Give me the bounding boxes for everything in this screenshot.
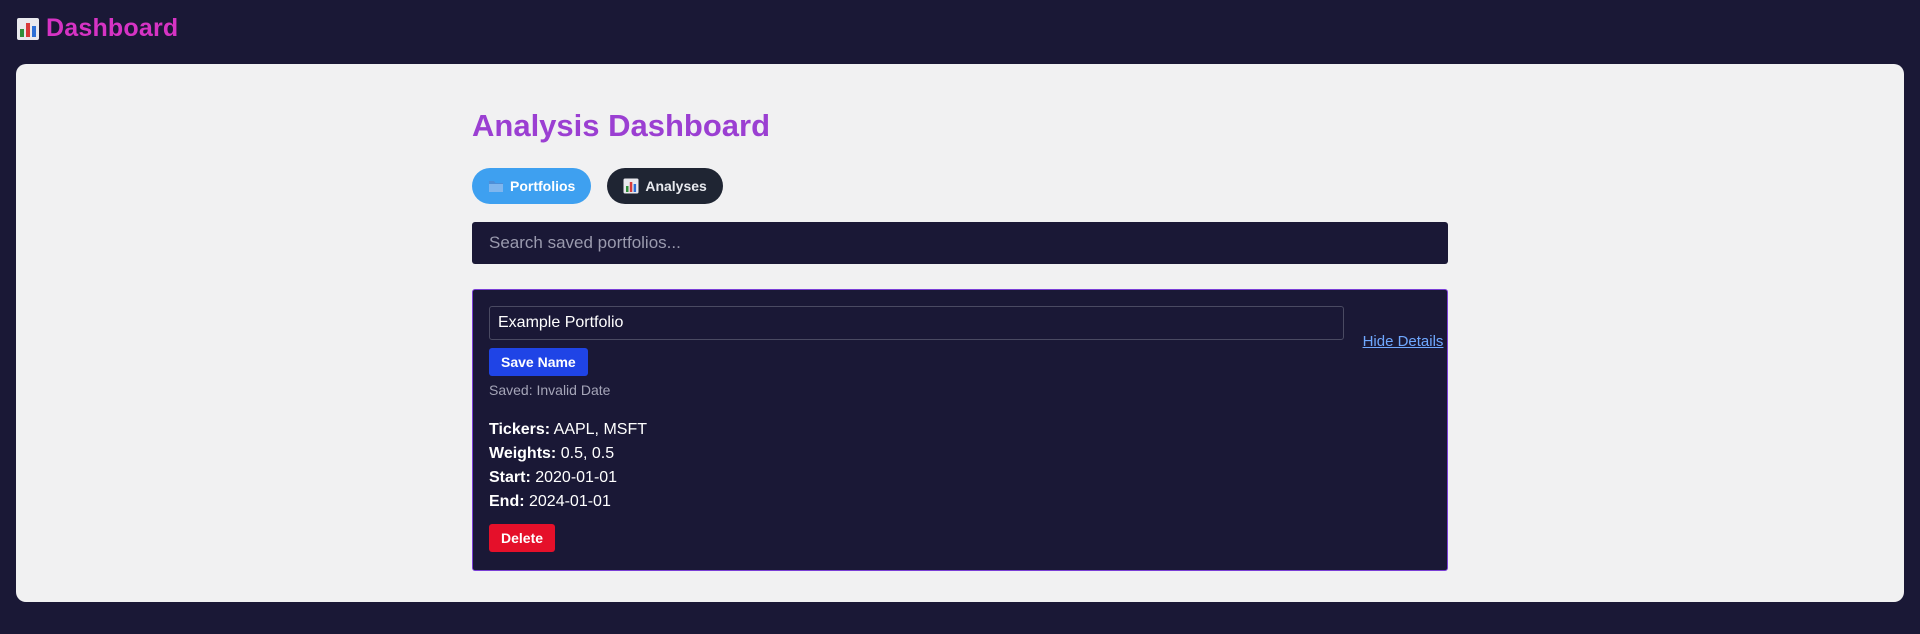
folder-icon [489, 181, 503, 192]
hide-details-link[interactable]: Hide Details [1361, 332, 1445, 352]
tab-analyses[interactable]: Analyses [607, 168, 723, 204]
detail-key: Weights: [489, 445, 557, 462]
portfolio-name-input[interactable] [489, 306, 1344, 340]
detail-key: End: [489, 493, 525, 510]
detail-key: Tickers: [489, 421, 551, 438]
page-title: Analysis Dashboard [472, 108, 771, 143]
delete-button[interactable]: Delete [489, 524, 556, 552]
detail-start: Start: 2020-01-01 [489, 466, 647, 490]
tab-label: Analyses [645, 178, 707, 194]
bar-chart-icon [17, 17, 39, 40]
detail-tickers: Tickers: AAPL, MSFT [489, 418, 647, 442]
saved-timestamp: Saved: Invalid Date [489, 382, 611, 398]
portfolio-card: Save Name Saved: Invalid Date Hide Detai… [472, 289, 1448, 571]
detail-weights: Weights: 0.5, 0.5 [489, 442, 647, 466]
detail-key: Start: [489, 469, 531, 486]
main-panel: Analysis Dashboard Portfolios Analyses S… [16, 64, 1904, 602]
tab-label: Portfolios [510, 178, 576, 194]
detail-value: AAPL, MSFT [553, 421, 647, 438]
detail-end: End: 2024-01-01 [489, 490, 647, 514]
detail-value: 2020-01-01 [535, 469, 618, 486]
bar-chart-icon [623, 178, 639, 194]
detail-value: 0.5, 0.5 [560, 445, 615, 462]
portfolio-details: Tickers: AAPL, MSFT Weights: 0.5, 0.5 St… [489, 418, 647, 514]
dashboard-content: Analysis Dashboard Portfolios Analyses S… [472, 104, 1448, 571]
detail-value: 2024-01-01 [529, 493, 611, 510]
save-name-button[interactable]: Save Name [489, 348, 588, 376]
app-title[interactable]: Dashboard [46, 14, 178, 43]
tab-bar: Portfolios Analyses [472, 168, 1448, 204]
tab-portfolios[interactable]: Portfolios [472, 168, 592, 204]
search-input[interactable] [472, 222, 1448, 264]
top-bar: Dashboard [16, 14, 178, 43]
